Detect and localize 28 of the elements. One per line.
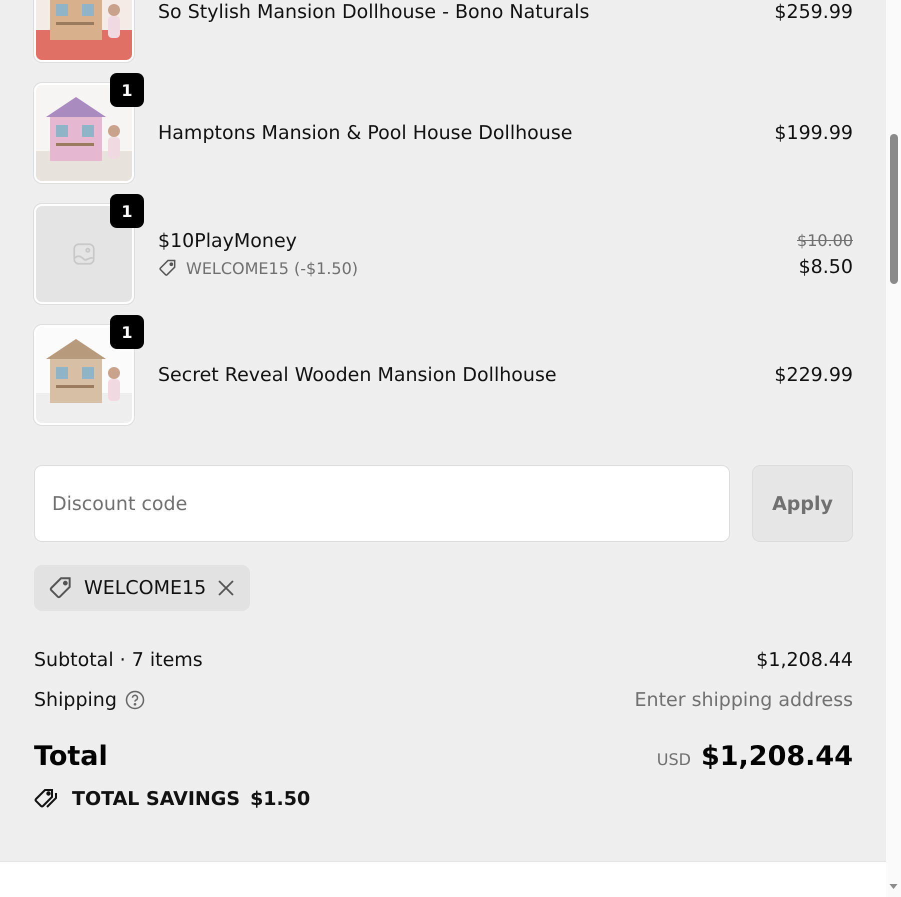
discount-code-field[interactable]: Discount code	[34, 465, 730, 542]
original-price: $10.00	[797, 230, 853, 250]
applied-code: WELCOME15	[84, 577, 206, 599]
subtotal-label: Subtotal · 7 items	[34, 649, 203, 671]
product-price: $259.99	[774, 1, 853, 23]
currency-code: USD	[656, 750, 691, 769]
total-label: Total	[34, 741, 108, 772]
product-title: Hamptons Mansion & Pool House Dollhouse	[158, 122, 574, 144]
product-title: $10PlayMoney	[158, 230, 298, 252]
image-placeholder-icon	[71, 241, 97, 267]
product-price: $199.99	[774, 122, 853, 144]
help-icon[interactable]	[124, 690, 145, 710]
discount-text: WELCOME15 (-$1.50)	[186, 258, 358, 278]
quantity-badge: 1	[110, 315, 144, 349]
quantity-badge: 1	[110, 73, 144, 107]
product-price: $8.50	[798, 256, 853, 278]
product-title: Secret Reveal Wooden Mansion Dollhouse	[158, 364, 558, 386]
product-title: So Stylish Mansion Dollhouse - Bono Naturals	[158, 1, 590, 23]
close-icon[interactable]	[216, 578, 236, 598]
quantity-badge: 1	[110, 194, 144, 228]
subtotal-value: $1,208.44	[756, 649, 853, 671]
savings-value: $1.50	[250, 788, 310, 810]
savings-label: TOTAL SAVINGS	[72, 788, 240, 810]
shipping-label: Shipping	[34, 689, 117, 711]
shipping-value: Enter shipping address	[634, 689, 853, 711]
product-price: $229.99	[774, 364, 853, 386]
tag-icon	[158, 258, 178, 278]
total-value: $1,208.44	[700, 741, 853, 772]
